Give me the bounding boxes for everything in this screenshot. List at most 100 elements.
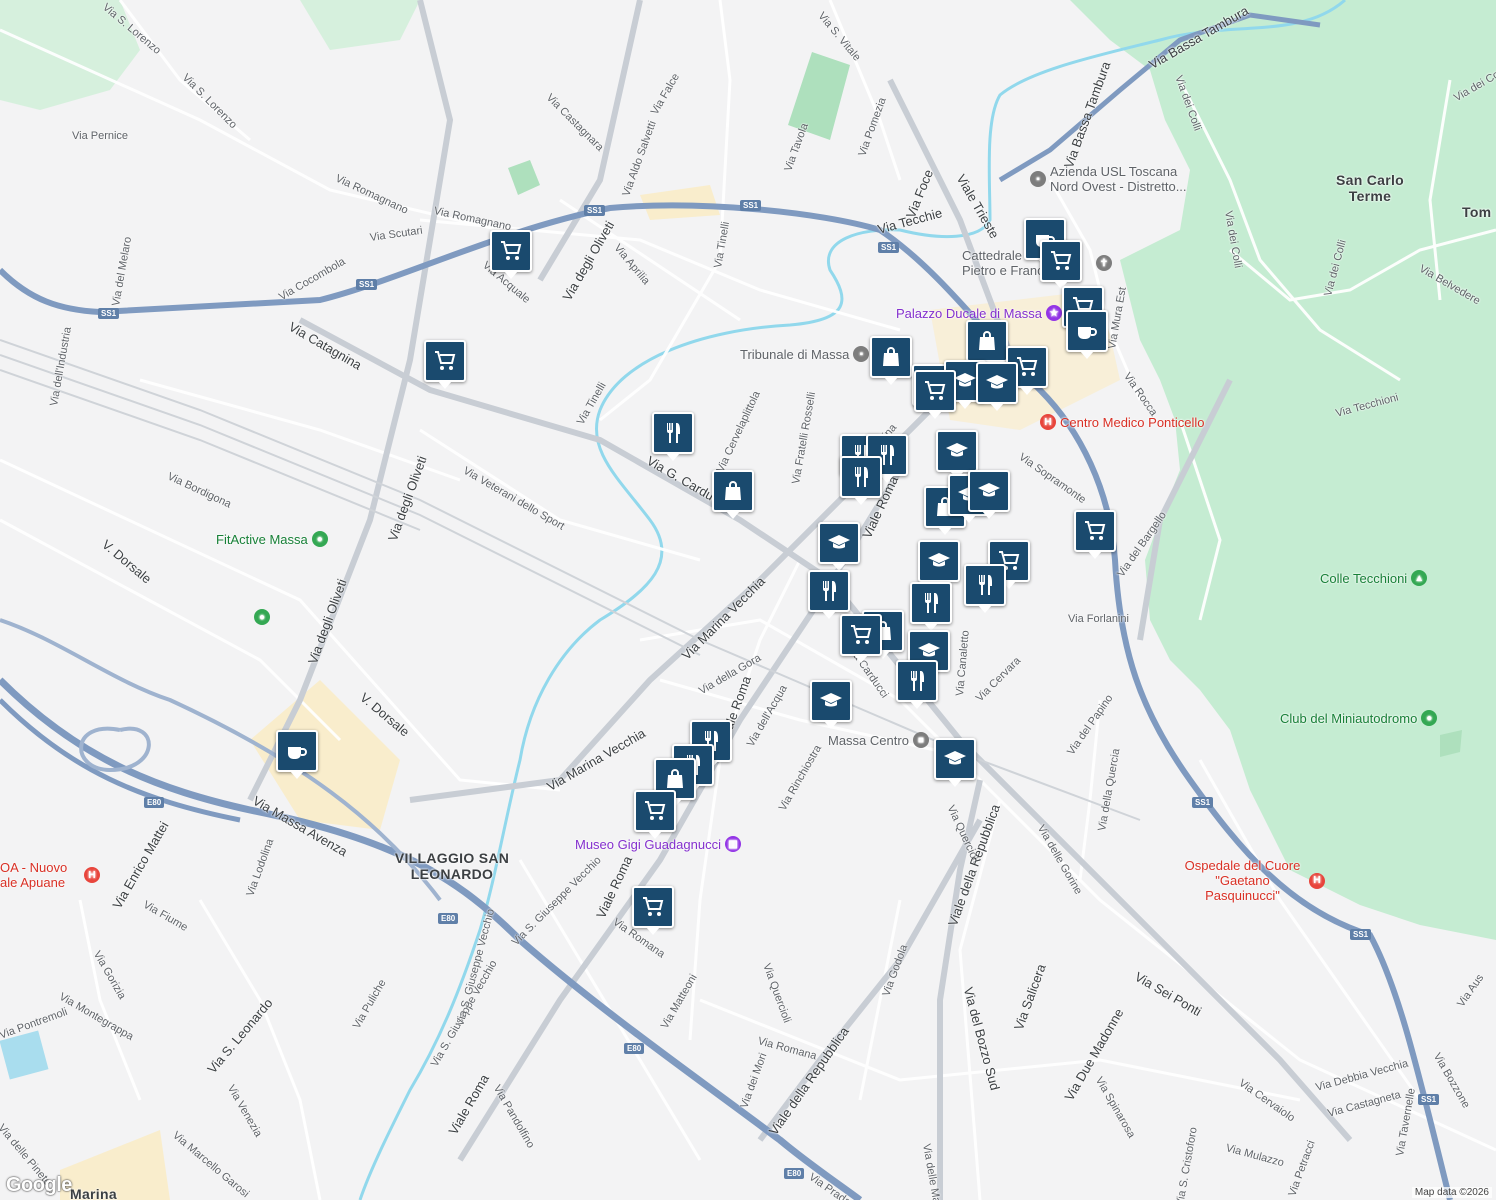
park-icon: ●: [1421, 710, 1438, 726]
shopping-cart-icon: [849, 623, 873, 647]
poi-marker-restaurant[interactable]: [652, 412, 694, 461]
poi-marker-restaurant[interactable]: [896, 660, 938, 709]
poi-label: Massa Centro: [828, 732, 909, 748]
map-canvas[interactable]: VILLAGGIO SAN LEONARDO San Carlo Terme T…: [0, 0, 1496, 1200]
route-shield-ss1: SS1: [584, 205, 606, 216]
shopping-cart-icon: [641, 895, 665, 919]
poi-marker-restaurant[interactable]: [910, 582, 952, 631]
hills-park-area: [1070, 0, 1496, 940]
park-small: [508, 160, 540, 195]
route-shield-ss1: SS1: [878, 242, 900, 253]
poi-marker-coffee[interactable]: [1066, 310, 1108, 359]
poi-marker-graduation-cap[interactable]: [918, 540, 960, 589]
restaurant-icon: [905, 669, 929, 693]
poi-marker-shopping-cart[interactable]: [490, 230, 532, 279]
poi-marker-graduation-cap[interactable]: [968, 470, 1010, 519]
coffee-icon: [285, 739, 309, 763]
poi-massa-centro[interactable]: Massa Centro ■: [828, 732, 929, 748]
poi-label: FitActive Massa: [216, 531, 308, 547]
route-shield-ss1: SS1: [1192, 797, 1214, 808]
poi-marker-shopping-cart[interactable]: [914, 370, 956, 419]
restaurant-icon: [919, 591, 943, 615]
shopping-bag-icon: [879, 345, 903, 369]
graduation-cap-icon: [819, 689, 843, 713]
poi-fitactive[interactable]: FitActive Massa ●: [216, 531, 328, 547]
google-logo: Google: [6, 1174, 72, 1196]
poi-marker-shopping-cart[interactable]: [1074, 510, 1116, 559]
shopping-bag-icon: [721, 479, 745, 503]
poi-azienda-usl[interactable]: ▪ Azienda USL Toscana Nord Ovest - Distre…: [1030, 164, 1190, 194]
shopping-cart-icon: [643, 799, 667, 823]
poi-marker-shopping-cart[interactable]: [632, 886, 674, 935]
place-marina: Marina: [70, 1186, 117, 1200]
landmark-icon: ★: [1045, 305, 1062, 321]
hospital-icon: H: [1309, 872, 1325, 889]
poi-tribunale[interactable]: Tribunale di Massa ▪: [740, 346, 870, 362]
poi-label: OA - Nuovo ale Apuane: [0, 860, 68, 890]
poi-marker-coffee[interactable]: [276, 730, 318, 779]
poi-marker-graduation-cap[interactable]: [810, 680, 852, 729]
restaurant-icon: [973, 573, 997, 597]
poi-marker-restaurant[interactable]: [964, 564, 1006, 613]
graduation-cap-icon: [827, 531, 851, 555]
poi-noa-ospedale[interactable]: OA - Nuovo ale Apuane H: [0, 860, 100, 890]
poi-centro-medico[interactable]: H Centro Medico Ponticello: [1040, 414, 1205, 430]
hospital-icon: H: [84, 867, 100, 883]
poi-marker-restaurant[interactable]: [808, 570, 850, 619]
poi-marker-shopping-bag[interactable]: [870, 336, 912, 385]
gym-icon: ●: [311, 531, 328, 547]
poi-marker-graduation-cap[interactable]: [976, 362, 1018, 411]
poi-label: Palazzo Ducale di Massa: [896, 305, 1042, 321]
poi-club-miniautodromo[interactable]: Club del Miniautodromo ●: [1280, 710, 1438, 726]
graduation-cap-icon: [945, 439, 969, 463]
shopping-cart-icon: [1083, 519, 1107, 543]
route-shield-e80: E80: [784, 1168, 805, 1179]
poi-marker-restaurant[interactable]: [840, 456, 882, 505]
route-shield-ss1: SS1: [1350, 929, 1372, 940]
poi-palazzo-ducale[interactable]: Palazzo Ducale di Massa ★: [896, 305, 1062, 321]
route-shield-ss1: SS1: [1418, 1094, 1440, 1105]
shopping-bag-icon: [663, 767, 687, 791]
graduation-cap-icon: [985, 371, 1009, 395]
hospital-icon: H: [1040, 414, 1056, 430]
poi-colle-tecchioni[interactable]: Colle Tecchioni ▲: [1320, 570, 1428, 586]
place-san-carlo-terme: San Carlo Terme: [1335, 172, 1405, 204]
poi-marker-graduation-cap[interactable]: [934, 738, 976, 787]
mountain-icon: ▲: [1411, 570, 1428, 586]
courthouse-icon: ▪: [853, 346, 870, 362]
poi-marker-shopping-cart[interactable]: [840, 614, 882, 663]
route-shield-ss1: SS1: [740, 200, 762, 211]
route-shield-ss1: SS1: [98, 308, 120, 319]
shopping-cart-icon: [499, 239, 523, 263]
poi-label: Tribunale di Massa: [740, 346, 850, 362]
place-tom: Tom: [1462, 204, 1492, 220]
street-label: Via Forlanini: [1068, 613, 1129, 625]
museum-icon: ▥: [724, 836, 741, 852]
poi-marker-graduation-cap[interactable]: [818, 522, 860, 571]
street-label: Via Pernice: [72, 130, 129, 142]
poi-marker-shopping-cart[interactable]: [634, 790, 676, 839]
poi-marker-shopping-bag[interactable]: [712, 470, 754, 519]
poi-marker-shopping-bag[interactable]: [966, 320, 1008, 369]
train-station-icon: ■: [912, 732, 929, 748]
route-shield-e80: E80: [438, 913, 459, 924]
poi-marker-graduation-cap[interactable]: [936, 430, 978, 479]
shopping-bag-icon: [975, 329, 999, 353]
map-attribution[interactable]: Map data ©2026: [1411, 1187, 1492, 1198]
graduation-cap-icon: [953, 369, 977, 393]
shopping-cart-icon: [1049, 249, 1073, 273]
coffee-icon: [1075, 319, 1099, 343]
route-shield-ss1: SS1: [356, 279, 378, 290]
park-icon: ●: [254, 609, 270, 625]
poi-marker-shopping-cart[interactable]: [424, 340, 466, 389]
poi-marker-shopping-cart[interactable]: [1040, 240, 1082, 289]
poi-ospedale-cuore[interactable]: Ospedale del Cuore "Gaetano Pasquinucci"…: [1180, 858, 1325, 903]
graduation-cap-icon: [927, 549, 951, 573]
building-icon: ▪: [1030, 171, 1046, 187]
poi-label: Colle Tecchioni: [1320, 570, 1408, 586]
graduation-cap-icon: [943, 747, 967, 771]
route-shield-e80: E80: [144, 797, 165, 808]
poi-park-marker[interactable]: ●: [254, 609, 270, 625]
route-shield-e80: E80: [624, 1043, 645, 1054]
church-icon: ✝: [1096, 255, 1112, 271]
